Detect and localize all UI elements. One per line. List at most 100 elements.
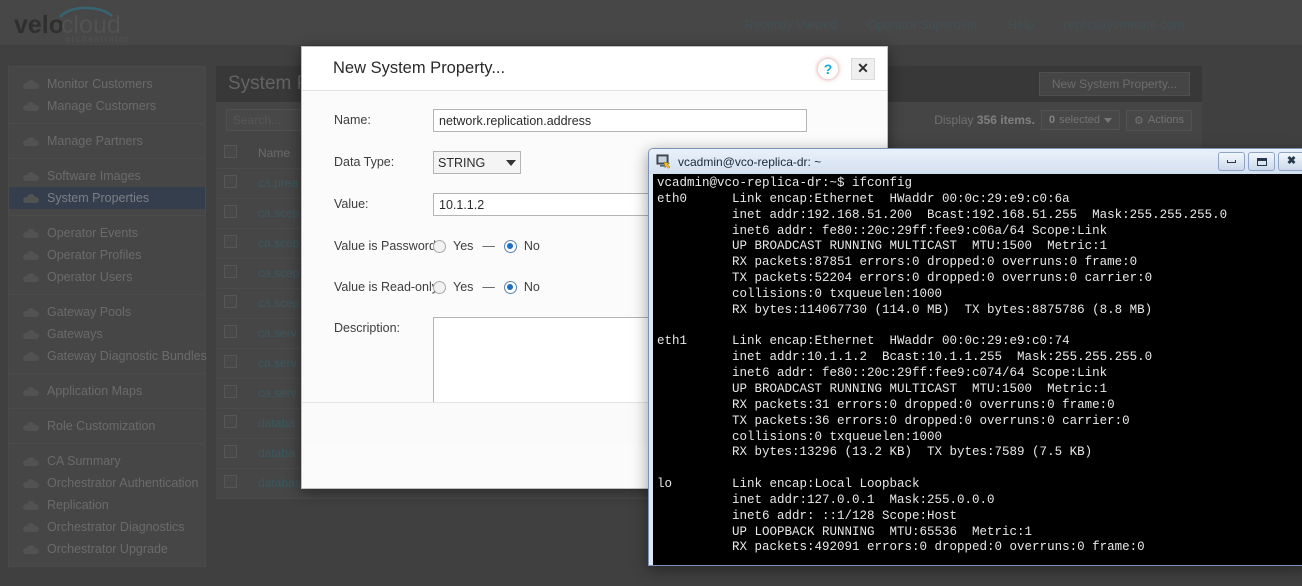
select-all-header	[216, 138, 250, 169]
minimize-icon	[1227, 160, 1236, 163]
datatype-label: Data Type:	[334, 155, 395, 169]
cloud-icon	[23, 307, 39, 317]
separator-dash: —	[482, 280, 495, 294]
row-select-cell	[216, 408, 250, 439]
sidebar-item-gateway-pools[interactable]: Gateway Pools	[9, 301, 205, 323]
value-label: Value:	[334, 197, 369, 211]
row-checkbox[interactable]	[224, 325, 237, 338]
description-label: Description:	[334, 321, 400, 335]
is-password-yes-radio[interactable]	[433, 239, 446, 253]
is-readonly-yes-label: Yes	[453, 280, 474, 294]
is-readonly-yes-radio[interactable]	[433, 280, 446, 294]
sidebar-item-ca-summary[interactable]: CA Summary	[9, 450, 205, 472]
sidebar-item-orchestrator-upgrade[interactable]: Orchestrator Upgrade	[9, 538, 205, 560]
close-window-button[interactable]: ✖	[1278, 152, 1302, 171]
sidebar-item-orchestrator-diagnostics[interactable]: Orchestrator Diagnostics	[9, 516, 205, 538]
cloud-icon	[23, 456, 39, 466]
toolbar-right-group: Display 356 items. 0 selected ⚙ Actions	[934, 109, 1192, 131]
help-icon[interactable]: ?	[817, 57, 839, 80]
close-icon[interactable]: ✕	[851, 57, 875, 80]
sidebar-group: Application Maps	[9, 374, 205, 409]
sidebar-item-label: Operator Profiles	[47, 248, 142, 262]
sidebar-item-gateways[interactable]: Gateways	[9, 323, 205, 345]
select-all-checkbox[interactable]	[224, 144, 237, 158]
terminal-title-bar[interactable]: vcadmin@vco-replica-dr: ~ ✖	[649, 149, 1302, 174]
row-checkbox[interactable]	[224, 205, 237, 218]
sidebar-item-manage-customers[interactable]: Manage Customers	[9, 95, 205, 117]
name-label: Name:	[334, 113, 371, 127]
sidebar-item-operator-users[interactable]: Operator Users	[9, 266, 205, 288]
sidebar-item-label: Gateway Pools	[47, 305, 132, 319]
cloud-icon	[23, 386, 39, 396]
cloud-icon	[23, 329, 39, 339]
cloud-icon	[23, 250, 39, 260]
sidebar-item-label: Orchestrator Diagnostics	[47, 520, 185, 534]
row-select-cell	[216, 438, 250, 469]
sidebar-navigation: Monitor Customers Manage Customers Manag…	[8, 66, 207, 567]
sidebar-item-software-images[interactable]: Software Images	[9, 165, 205, 187]
cloud-icon	[23, 544, 39, 554]
sidebar-item-label: Manage Partners	[47, 134, 143, 148]
close-icon: ✖	[1286, 155, 1297, 167]
row-checkbox[interactable]	[224, 475, 237, 488]
sidebar-item-label: Replication	[47, 498, 109, 512]
nav-link-help[interactable]: Help	[1008, 18, 1034, 32]
sidebar-item-application-maps[interactable]: Application Maps	[9, 380, 205, 402]
sidebar-item-label: Monitor Customers	[47, 77, 153, 91]
property-name-input[interactable]	[433, 109, 807, 132]
is-password-label: Value is Password:	[334, 239, 440, 253]
row-checkbox[interactable]	[224, 355, 237, 368]
actions-label: Actions	[1147, 114, 1184, 126]
selected-count-dropdown[interactable]: 0 selected	[1040, 110, 1121, 130]
sidebar-item-replication[interactable]: Replication	[9, 494, 205, 516]
row-select-cell	[216, 228, 250, 259]
row-checkbox[interactable]	[224, 175, 237, 188]
is-password-no-radio[interactable]	[503, 239, 517, 253]
sidebar-item-role-customization[interactable]: Role Customization	[9, 415, 205, 437]
sidebar-item-system-properties[interactable]: System Properties	[9, 187, 205, 209]
row-checkbox[interactable]	[224, 385, 237, 398]
maximize-button[interactable]	[1248, 152, 1275, 171]
sidebar-item-orchestrator-authentication[interactable]: Orchestrator Authentication	[9, 472, 205, 494]
sidebar-item-label: Role Customization	[47, 419, 156, 433]
cloud-icon	[23, 101, 39, 111]
sidebar-group: Operator Events Operator Profiles Operat…	[9, 216, 205, 295]
terminal-title: vcadmin@vco-replica-dr: ~	[678, 154, 822, 169]
nav-link-operator-superuser[interactable]: Operator Superuser	[867, 18, 977, 32]
is-readonly-no-radio[interactable]	[503, 280, 517, 294]
is-readonly-label: Value is Read-only:	[334, 280, 442, 294]
terminal-output-area[interactable]: vcadmin@vco-replica-dr:~$ ifconfig eth0 …	[653, 174, 1302, 565]
sidebar-item-label: Software Images	[47, 169, 141, 183]
is-readonly-no-label: No	[523, 280, 540, 294]
field-row-name: Name:	[302, 109, 887, 132]
new-system-property-button[interactable]: New System Property...	[1038, 72, 1190, 96]
selected-label: selected	[1059, 114, 1101, 126]
sidebar-item-label: CA Summary	[47, 454, 121, 468]
row-checkbox[interactable]	[224, 415, 237, 428]
sidebar-item-gateway-diagnostic-bundles[interactable]: Gateway Diagnostic Bundles	[9, 345, 207, 367]
row-checkbox[interactable]	[224, 265, 237, 278]
row-select-cell	[216, 378, 250, 409]
row-select-cell	[216, 468, 250, 499]
sidebar-item-operator-profiles[interactable]: Operator Profiles	[9, 244, 205, 266]
cloud-icon	[23, 79, 39, 89]
svg-text:orchestrator: orchestrator	[65, 34, 130, 43]
window-controls: ✖	[1218, 152, 1302, 171]
row-select-cell	[216, 348, 250, 379]
row-checkbox[interactable]	[224, 235, 237, 248]
nav-link-user-account[interactable]: replica@vmware.com	[1064, 18, 1184, 32]
sidebar-item-operator-events[interactable]: Operator Events	[9, 222, 205, 244]
row-checkbox[interactable]	[224, 445, 237, 458]
row-checkbox[interactable]	[224, 295, 237, 308]
row-select-cell	[216, 198, 250, 229]
minimize-button[interactable]	[1218, 152, 1245, 171]
row-select-cell	[216, 318, 250, 349]
nav-link-recently-viewed[interactable]: Recently Viewed	[745, 18, 838, 32]
sidebar-item-manage-partners[interactable]: Manage Partners	[9, 130, 205, 152]
sidebar-item-monitor-customers[interactable]: Monitor Customers	[9, 73, 205, 95]
actions-button[interactable]: ⚙ Actions	[1126, 109, 1192, 131]
cloud-icon	[23, 228, 39, 238]
dialog-header: New System Property... ? ✕	[302, 47, 887, 91]
datatype-select[interactable]: STRING	[433, 151, 521, 174]
is-password-radio-group: Yes — No	[433, 235, 540, 257]
